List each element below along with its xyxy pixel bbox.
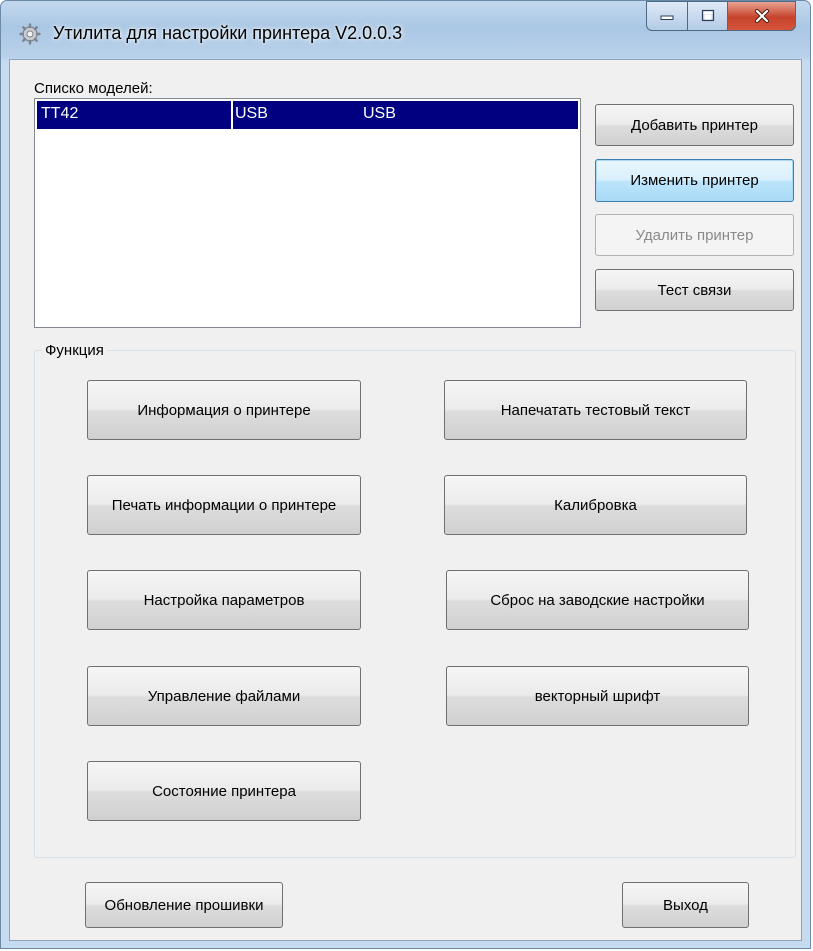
function-group-title: Функция: [42, 342, 107, 359]
close-icon: [754, 9, 769, 23]
print-test-text-button[interactable]: Напечатать тестовый текст: [444, 380, 747, 440]
model-type: USB: [363, 105, 396, 122]
calibration-button[interactable]: Калибровка: [444, 475, 747, 535]
factory-reset-button[interactable]: Сброс на заводские настройки: [446, 570, 749, 630]
parameters-setup-button[interactable]: Настройка параметров: [87, 570, 361, 630]
column-separator: [231, 101, 233, 129]
list-item[interactable]: TT42 USB USB: [37, 101, 578, 129]
model-list[interactable]: TT42 USB USB: [34, 98, 581, 328]
minimize-icon: [660, 15, 674, 20]
edit-printer-button[interactable]: Изменить принтер: [595, 159, 794, 202]
minimize-button[interactable]: [646, 1, 688, 31]
vector-font-button[interactable]: векторный шрифт: [446, 666, 749, 726]
printer-info-button[interactable]: Информация о принтере: [87, 380, 361, 440]
models-label: Списко моделей:: [34, 80, 153, 97]
file-management-button[interactable]: Управление файлами: [87, 666, 361, 726]
add-printer-button[interactable]: Добавить принтер: [595, 104, 794, 146]
model-name: TT42: [41, 105, 79, 122]
close-button[interactable]: [728, 1, 796, 31]
printer-status-button[interactable]: Состояние принтера: [87, 761, 361, 821]
caption-buttons: [646, 1, 796, 31]
gear-icon: [19, 23, 41, 45]
exit-button[interactable]: Выход: [622, 882, 749, 928]
maximize-button[interactable]: [688, 1, 728, 31]
model-port: USB: [235, 105, 268, 122]
test-connection-button[interactable]: Тест связи: [595, 269, 794, 311]
maximize-icon: [701, 9, 714, 22]
client-area: Списко моделей: TT42 USB USB Добавить пр…: [9, 59, 802, 941]
print-printer-info-button[interactable]: Печать информации о принтере: [87, 475, 361, 535]
title-bar[interactable]: Утилита для настройки принтера V2.0.0.3: [1, 1, 810, 61]
firmware-update-button[interactable]: Обновление прошивки: [85, 882, 283, 928]
window-title: Утилита для настройки принтера V2.0.0.3: [53, 23, 403, 43]
delete-printer-button[interactable]: Удалить принтер: [595, 214, 794, 256]
app-window: Утилита для настройки принтера V2.0.0.3: [0, 0, 811, 949]
